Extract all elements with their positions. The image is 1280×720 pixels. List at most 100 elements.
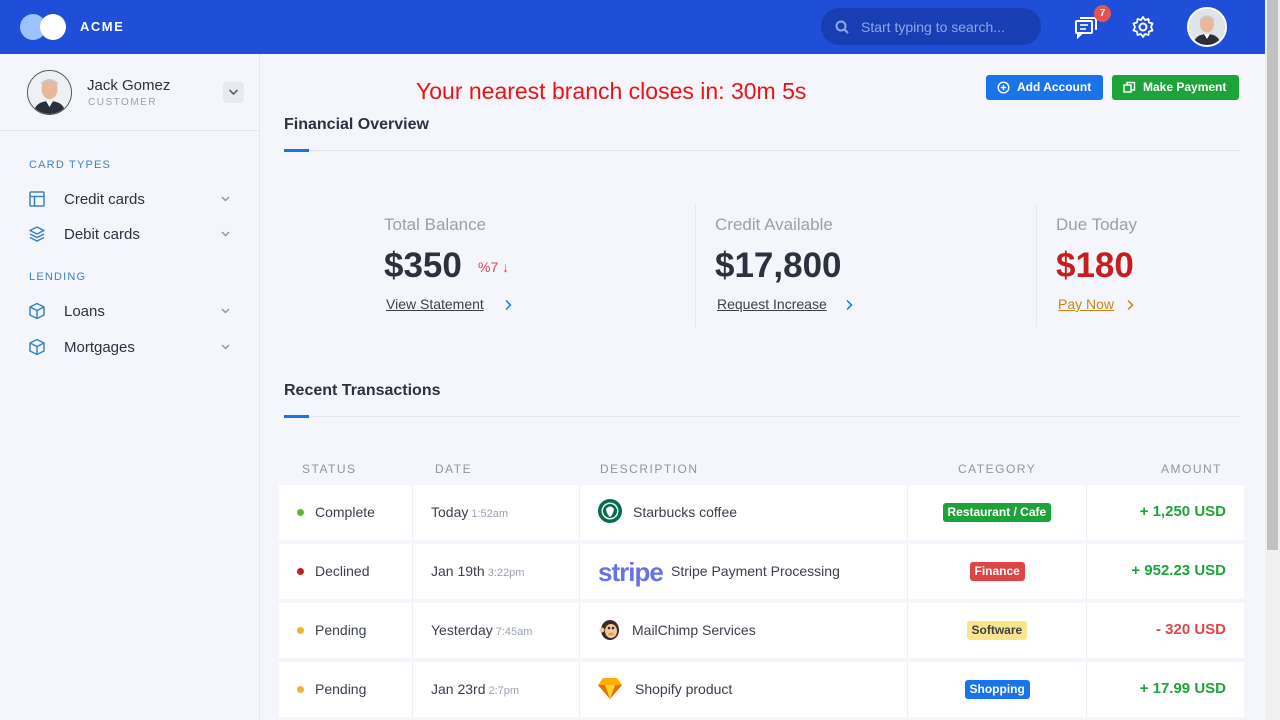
cell-divider	[1086, 603, 1087, 658]
make-payment-button[interactable]: Make Payment	[1112, 75, 1239, 100]
chevron-right-icon[interactable]	[845, 299, 853, 311]
column-header-category[interactable]: CATEGORY	[958, 462, 1036, 476]
cell-divider	[907, 485, 908, 540]
stat-label: Due Today	[1056, 215, 1137, 234]
amount-text: + 1,250 USD	[1139, 503, 1226, 520]
search-bar[interactable]	[821, 8, 1041, 45]
chevron-down-icon[interactable]	[221, 231, 230, 237]
table-row[interactable]: Declined Jan 19th 3:22pm stripe Stripe Payme…	[279, 544, 1244, 599]
date-value: Today	[431, 504, 469, 520]
cell-divider	[579, 603, 580, 658]
chevron-down-icon[interactable]	[221, 196, 230, 202]
divider	[284, 150, 1240, 151]
chevron-down-icon[interactable]	[221, 344, 230, 350]
status-text: Pending	[315, 622, 367, 638]
mailchimp-logo-icon	[597, 616, 623, 647]
profile-role: CUSTOMER	[88, 97, 158, 108]
balance-change-indicator: %7 ↓	[478, 259, 510, 275]
section-label-lending: LENDING	[29, 271, 87, 283]
make-payment-label: Make Payment	[1143, 80, 1227, 94]
starbucks-logo-icon	[597, 498, 623, 529]
stat-value: $350	[384, 246, 462, 285]
table-row[interactable]: Pending Jan 23rd 2:7pm Shopify product Shopp…	[279, 662, 1244, 717]
stripe-logo-icon: stripe	[598, 557, 664, 587]
status-dot	[297, 627, 304, 634]
cell-divider	[412, 544, 413, 599]
status-dot	[297, 686, 304, 693]
sketch-logo-icon	[597, 675, 623, 706]
status-dot	[297, 509, 304, 516]
sidebar-item-label: Loans	[64, 303, 105, 320]
table-row[interactable]: Pending Yesterday 7:45am MailChimp Services…	[279, 603, 1244, 658]
request-increase-link[interactable]: Request Increase	[717, 296, 827, 312]
cell-divider	[579, 662, 580, 717]
add-account-button[interactable]: Add Account	[986, 75, 1103, 100]
chevron-down-icon[interactable]	[221, 308, 230, 314]
branch-countdown-text: Your nearest branch closes in: 30m 5s	[416, 78, 807, 104]
view-statement-link[interactable]: View Statement	[386, 296, 484, 312]
table-row[interactable]: Complete Today 1:52am Starbucks coffee Resta…	[279, 485, 1244, 540]
cell-divider	[579, 485, 580, 540]
time-value: 2:7pm	[488, 685, 520, 697]
gear-icon[interactable]	[1130, 14, 1156, 40]
column-header-amount[interactable]: AMOUNT	[1161, 462, 1222, 476]
column-header-date[interactable]: DATE	[435, 462, 472, 476]
divider	[284, 416, 1240, 417]
date-value: Jan 19th	[431, 563, 485, 579]
scrollbar[interactable]	[1265, 0, 1280, 720]
date-value: Yesterday	[431, 622, 493, 638]
chevron-down-icon	[228, 89, 239, 96]
brand-name[interactable]: ACME	[80, 19, 124, 34]
copy-icon	[1123, 81, 1136, 93]
profile-avatar[interactable]	[27, 70, 72, 115]
sidebar-item-debit-cards[interactable]: Debit cards	[28, 223, 238, 247]
date-text: Yesterday 7:45am	[431, 622, 532, 638]
cell-divider	[907, 544, 908, 599]
status-text: Complete	[315, 504, 375, 520]
pay-now-link[interactable]: Pay Now	[1058, 296, 1114, 312]
description-text: Starbucks coffee	[633, 504, 738, 520]
amount-text: - 320 USD	[1155, 621, 1226, 638]
time-value: 1:52am	[471, 508, 509, 520]
cell-divider	[412, 662, 413, 717]
profile-dropdown-button[interactable]	[223, 82, 244, 103]
column-header-status[interactable]: STATUS	[302, 462, 357, 476]
column-header-description[interactable]: DESCRIPTION	[600, 462, 699, 476]
stat-divider	[1036, 205, 1037, 327]
section-accent	[284, 415, 309, 418]
stat-value: $17,800	[715, 246, 842, 285]
status-text: Pending	[315, 681, 367, 697]
cell-divider	[1086, 485, 1087, 540]
acme-logo-icon[interactable]	[20, 14, 68, 40]
sidebar: Jack Gomez CUSTOMER CARD TYPES Credit ca…	[0, 54, 260, 720]
profile-card: Jack Gomez CUSTOMER	[0, 54, 259, 131]
description-text: MailChimp Services	[632, 622, 756, 638]
sidebar-item-label: Mortgages	[64, 339, 135, 356]
sidebar-item-loans[interactable]: Loans	[28, 300, 238, 324]
box-icon	[29, 302, 45, 320]
chevron-right-icon[interactable]	[1126, 299, 1134, 311]
date-text: Today 1:52am	[431, 504, 508, 520]
sidebar-item-credit-cards[interactable]: Credit cards	[28, 188, 238, 212]
time-value: 3:22pm	[487, 567, 525, 579]
cell-divider	[1086, 662, 1087, 717]
add-account-label: Add Account	[1017, 80, 1092, 94]
amount-text: + 17.99 USD	[1139, 680, 1226, 697]
cell-divider	[907, 662, 908, 717]
scrollbar-thumb[interactable]	[1267, 0, 1278, 550]
recent-transactions-title: Recent Transactions	[284, 382, 441, 399]
chevron-right-icon[interactable]	[504, 299, 512, 311]
status-dot	[297, 568, 304, 575]
user-avatar[interactable]	[1187, 7, 1227, 47]
date-text: Jan 19th 3:22pm	[431, 563, 524, 579]
stat-label: Credit Available	[715, 215, 833, 234]
stat-value: $180	[1056, 246, 1134, 285]
category-badge: Software	[966, 621, 1028, 640]
sidebar-item-label: Credit cards	[64, 191, 145, 208]
category-badge: Restaurant / Cafe	[942, 503, 1052, 522]
notification-badge: 7	[1094, 5, 1111, 22]
sidebar-item-mortgages[interactable]: Mortgages	[28, 336, 238, 360]
category-badge: Shopping	[964, 680, 1030, 699]
search-input[interactable]	[861, 17, 1031, 36]
description-text: Stripe Payment Processing	[671, 563, 840, 579]
